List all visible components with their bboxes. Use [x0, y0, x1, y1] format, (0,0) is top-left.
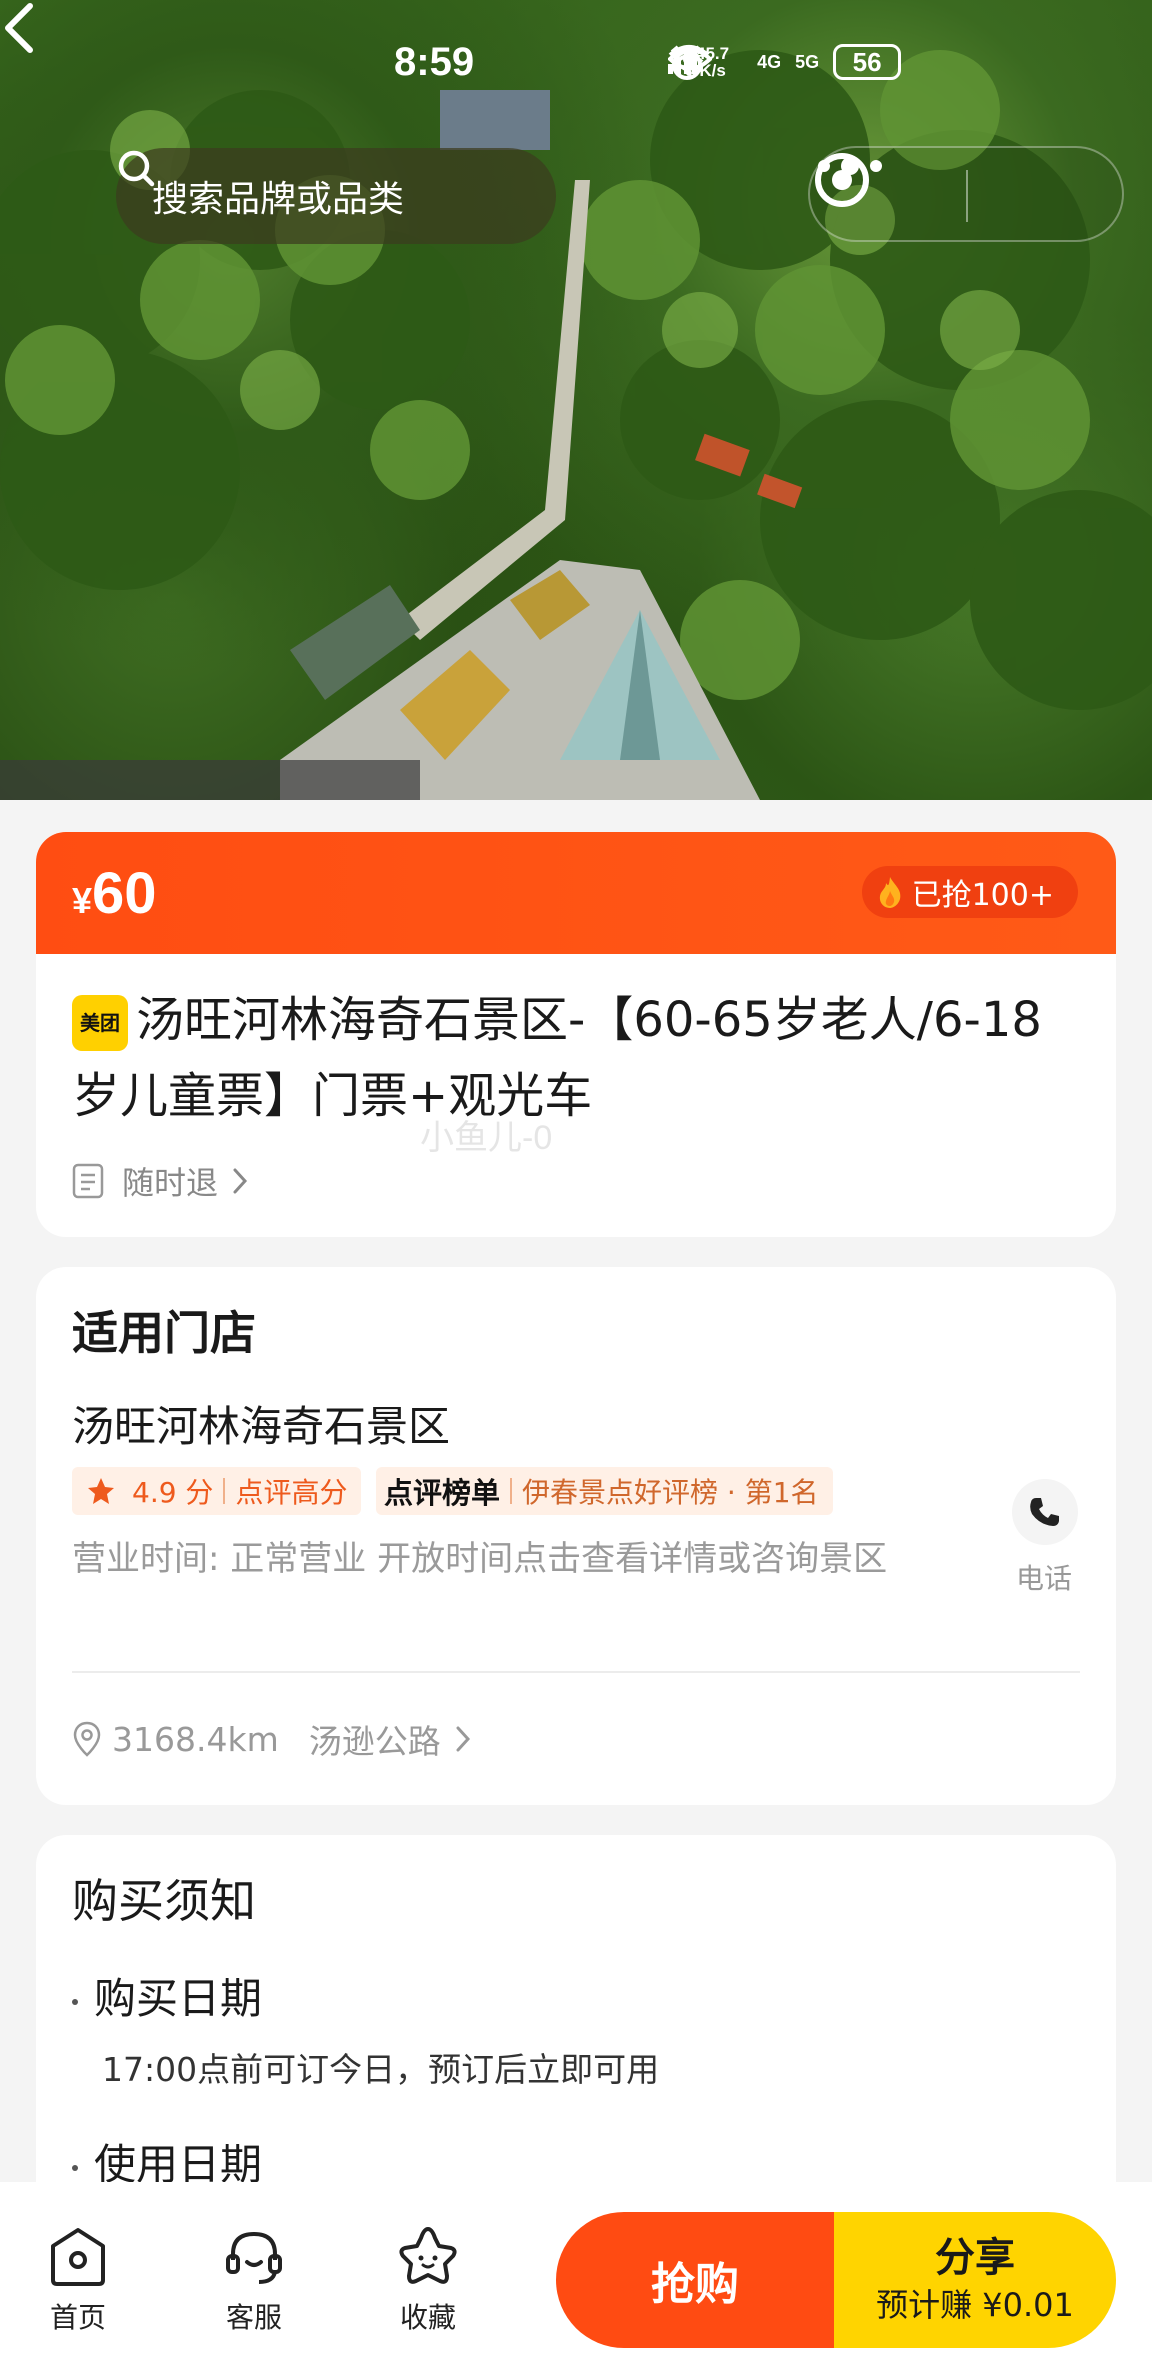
price-band: ¥60 已抢100+	[36, 832, 1116, 954]
signal-5g-icon: 5G	[668, 46, 820, 74]
opening-hours[interactable]: 营业时间: 正常营业 开放时间点击查看详情或咨询景区	[72, 1535, 942, 1583]
hero-photo: 8:59 45.7 K/s 4G 5G 56 搜索品牌或品类	[0, 0, 1152, 800]
deal-title-text: 汤旺河林海奇石景区-【60-65岁老人/6-18岁儿童票】门票+观光车	[72, 992, 1042, 1124]
store-section-title: 适用门店	[72, 1306, 256, 1360]
location-row[interactable]: 3168.4km 汤逊公路	[72, 1715, 473, 1763]
notice-item-title-text: 购买日期	[94, 1974, 263, 2023]
store-divider	[72, 1671, 1080, 1673]
search-icon	[118, 150, 155, 187]
share-earn-label: 预计赚 ¥0.01	[876, 2286, 1074, 2324]
signal-4g-icon: 4G	[668, 46, 782, 74]
star-outline-icon	[399, 2227, 457, 2284]
tab-home[interactable]: 首页	[28, 2224, 128, 2336]
back-arrow-icon[interactable]	[0, 0, 40, 56]
tag-separator	[223, 1478, 226, 1504]
status-time: 8:59	[394, 40, 475, 84]
share-button[interactable]: 分享 预计赚 ¥0.01	[834, 2212, 1116, 2348]
signal-4g-label: 4G	[757, 51, 782, 72]
capsule-divider	[966, 170, 968, 222]
deal-card: ¥60 已抢100+ 美团 汤旺河林海奇石景区-【60-65岁老人/6-18岁儿童…	[36, 832, 1116, 1237]
tab-customer-service-label: 客服	[225, 2301, 282, 2334]
bullet-dot	[72, 1998, 78, 2005]
phone-button[interactable]	[1012, 1479, 1078, 1545]
deal-title: 美团 汤旺河林海奇石景区-【60-65岁老人/6-18岁儿童票】门票+观光车	[72, 982, 1082, 1134]
refund-policy-text: 随时退	[122, 1164, 219, 1202]
currency-symbol: ¥	[72, 880, 93, 921]
chevron-right-icon	[233, 1168, 248, 1194]
buy-share-group: 抢购 分享 预计赚 ¥0.01	[556, 2212, 1116, 2348]
buy-button[interactable]: 抢购	[556, 2212, 834, 2348]
rating-label: 点评高分	[235, 1476, 348, 1509]
watermark: 小鱼儿-0	[420, 1119, 553, 1157]
tab-favorites[interactable]: 收藏	[378, 2224, 478, 2336]
rank-brand: 点评榜单	[384, 1476, 501, 1510]
location-pin-icon	[73, 1721, 101, 1757]
deal-price: ¥60	[72, 860, 157, 927]
meituan-brand-badge: 美团	[72, 995, 128, 1051]
sold-count-badge: 已抢100+	[861, 866, 1078, 918]
tab-customer-service[interactable]: 客服	[204, 2224, 304, 2336]
notice-item-title: 购买日期	[72, 1965, 262, 2026]
refund-policy-link[interactable]: 随时退	[72, 1158, 250, 1204]
mini-program-capsule	[808, 146, 1124, 242]
tab-home-label: 首页	[49, 2301, 106, 2334]
notice-item-text: 17:00点前可订今日，预订后立即可用	[102, 2050, 660, 2089]
rating-tag: 4.9 分 点评高分	[72, 1467, 362, 1515]
distance: 3168.4km	[112, 1719, 279, 1759]
rank-text: 伊春景点好评榜 · 第1名	[522, 1476, 819, 1509]
signal-5g-label: 5G	[795, 51, 820, 72]
bullet-dot	[72, 2164, 78, 2171]
chevron-right-icon	[456, 1726, 470, 1752]
notice-section-title: 购买须知	[72, 1874, 256, 1928]
phone-label[interactable]: 电话	[1016, 1557, 1072, 1597]
document-icon	[72, 1163, 104, 1199]
store-name[interactable]: 汤旺河林海奇石景区	[72, 1393, 450, 1454]
phone-icon	[1030, 1498, 1059, 1526]
search-bar[interactable]: 搜索品牌或品类	[116, 148, 556, 244]
tab-favorites-label: 收藏	[399, 2301, 456, 2334]
tag-separator	[510, 1478, 513, 1504]
headset-icon	[226, 2231, 282, 2284]
search-placeholder: 搜索品牌或品类	[152, 179, 405, 220]
address: 汤逊公路	[308, 1722, 441, 1761]
home-icon	[51, 2228, 105, 2286]
sold-count-text: 已抢100+	[911, 878, 1054, 913]
star-icon	[88, 1478, 114, 1504]
status-bar: 8:59 45.7 K/s 4G 5G 56	[0, 0, 1152, 130]
status-icons: 45.7 K/s 4G 5G 56	[668, 44, 902, 80]
flame-icon	[879, 877, 900, 908]
bottom-action-bar: 首页 客服 收藏 抢购 分享 预计赚 ¥0.01	[0, 2182, 1152, 2376]
battery-icon: 56	[833, 44, 902, 80]
rating-score: 4.9 分	[132, 1476, 214, 1509]
target-icon[interactable]	[810, 148, 874, 212]
store-card: 适用门店 汤旺河林海奇石景区 4.9 分 点评高分 点评榜单 伊春景点好评榜 ·…	[36, 1267, 1116, 1805]
price-amount: 60	[92, 861, 157, 926]
rank-tag[interactable]: 点评榜单 伊春景点好评榜 · 第1名	[376, 1467, 833, 1515]
share-label: 分享	[935, 2235, 1015, 2281]
